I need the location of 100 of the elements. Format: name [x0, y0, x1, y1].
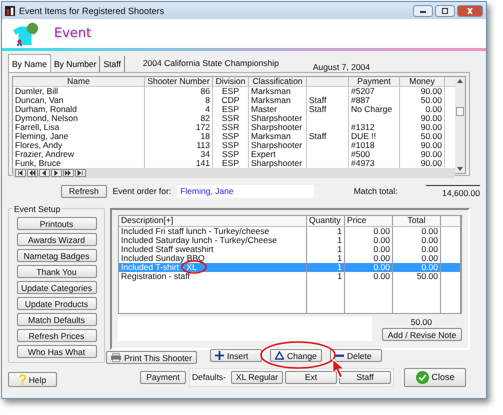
table-cell: Marksman [249, 132, 307, 141]
table-cell: 50.00 [400, 96, 445, 105]
table-cell: Included Staff sweatshirt [119, 245, 307, 254]
add-note-button[interactable]: Add / Revise Note [382, 328, 462, 341]
order-total: 50.00 [410, 317, 432, 327]
question-mark-icon [18, 374, 26, 385]
table-row[interactable]: Included Staff sweatshirt 1 0.00 0.00 [119, 245, 461, 254]
navigation-button[interactable] [51, 169, 62, 177]
navigation-button[interactable] [39, 169, 50, 177]
setup-button[interactable]: Awards Wizard [16, 233, 96, 246]
shooter-name-field[interactable]: Fleming, Jane [177, 184, 314, 198]
table-cell: Staff [309, 105, 326, 114]
table-cell: SSP [213, 132, 249, 141]
item-button[interactable]: Change [270, 349, 322, 362]
navigation-button[interactable] [75, 169, 86, 177]
tab[interactable]: By Name [8, 54, 51, 72]
help-button[interactable]: Help [8, 372, 57, 387]
close-dialog-button[interactable]: Close [404, 368, 466, 386]
table-cell: 0.00 [345, 245, 393, 254]
plus-icon [215, 351, 224, 360]
table-cell: DUE !! [351, 132, 376, 141]
table-cell: Marksman [249, 87, 307, 96]
table-cell: Master [249, 105, 307, 114]
column-header[interactable]: Total [393, 216, 441, 226]
navigation-button[interactable] [15, 169, 26, 177]
match-total-label: Match total: [354, 186, 398, 196]
table-cell: 50.00 [393, 272, 441, 281]
column-header[interactable]: Classification [249, 77, 307, 86]
table-cell: Included Fri staff lunch - Turkey/cheese [119, 227, 307, 236]
defaults-button[interactable]: Ext [285, 370, 338, 384]
table-cell: 1 [307, 227, 345, 236]
setup-button[interactable]: Thank You [16, 265, 96, 278]
item-button[interactable]: Delete [330, 349, 382, 362]
column-header[interactable]: Price [345, 216, 393, 226]
navigation-arrow-icon [65, 170, 72, 176]
table-cell: #1312 [351, 123, 375, 132]
table-cell: 0.00 [400, 105, 445, 114]
column-header[interactable]: Shooter Number [145, 77, 213, 86]
table-cell: Sharpshooter [249, 123, 307, 132]
setup-button[interactable]: Update Products [16, 297, 96, 310]
setup-button[interactable]: Match Defaults [16, 313, 96, 326]
scrollbar[interactable] [455, 77, 465, 173]
table-cell: #5207 [351, 87, 375, 96]
column-header[interactable]: Money [400, 77, 445, 86]
table-cell: Sharpshooter [249, 141, 307, 150]
table-cell: Dymond, Nelson [13, 114, 145, 123]
item-button[interactable]: Insert [210, 349, 262, 362]
order-for-label: Event order for: [112, 186, 172, 196]
setup-button[interactable]: Nametag Badges [16, 249, 96, 262]
refresh-button[interactable]: Refresh [61, 184, 107, 198]
column-header[interactable]: Division [213, 77, 249, 86]
match-total-value: 14,600.00 [426, 184, 480, 198]
event-name: 2004 California State Championship [142, 58, 279, 68]
table-cell: 86 [145, 87, 213, 96]
setup-button[interactable]: Printouts [16, 217, 96, 230]
table-cell: Expert [249, 150, 307, 159]
printer-icon [111, 353, 122, 362]
table-cell: 0.00 [393, 227, 441, 236]
shirt-money-bag-icon [12, 20, 40, 46]
table-cell: Included T-shirt - XL [119, 263, 307, 272]
column-header[interactable]: Quantity [307, 216, 345, 226]
table-cell: 0.00 [345, 227, 393, 236]
table-cell: 113 [145, 141, 213, 150]
table-cell: CDP [213, 96, 249, 105]
triangle-icon [275, 351, 284, 360]
table-cell: 172 [145, 123, 213, 132]
setup-button[interactable]: Who Has What [16, 345, 96, 358]
defaults-button[interactable]: Staff [339, 370, 392, 384]
note-field[interactable] [118, 317, 372, 341]
table-cell: 0.00 [345, 272, 393, 281]
minimize-button[interactable] [413, 4, 433, 16]
navigation-button[interactable] [27, 169, 38, 177]
column-header[interactable]: Payment [349, 77, 400, 86]
column-header[interactable]: Description[+] [119, 216, 307, 226]
column-header[interactable]: Name [13, 77, 145, 86]
table-row[interactable]: Included Saturday lunch - Turkey/Cheese 1 0.00 0.00 [119, 236, 461, 245]
table-cell: #4973 [351, 159, 375, 168]
table-cell: No Charge [351, 105, 392, 114]
navigation-arrow-icon [17, 170, 24, 176]
table-cell: 8 [145, 96, 213, 105]
setup-button[interactable]: Update Categories [16, 281, 96, 294]
print-button[interactable]: Print This Shooter [106, 351, 197, 364]
navigation-arrow-icon [77, 170, 84, 176]
close-icon [465, 8, 475, 14]
maximize-button[interactable] [435, 4, 455, 16]
table-cell: Durham, Ronald [13, 105, 145, 114]
group-title: Event Setup [13, 204, 62, 214]
window-title: Event Items for Registered Shooters [19, 6, 166, 16]
close-button[interactable] [457, 4, 483, 16]
scroll-thumb[interactable] [456, 107, 464, 116]
table-row[interactable]: Included Fri staff lunch - Turkey/cheese 1 0.00 0.00 [119, 227, 461, 236]
table-cell: 82 [145, 114, 213, 123]
table-cell: 90.00 [400, 114, 445, 123]
payment-button[interactable]: Payment [140, 370, 186, 384]
table-row[interactable]: Registration - staff 1 0.00 50.00 [119, 272, 461, 281]
navigation-button[interactable] [63, 169, 74, 177]
setup-button[interactable]: Refresh Prices [16, 329, 96, 342]
table-cell: Staff [309, 132, 326, 141]
defaults-button[interactable]: XL Regular [231, 370, 284, 384]
table-cell: 90.00 [400, 123, 445, 132]
